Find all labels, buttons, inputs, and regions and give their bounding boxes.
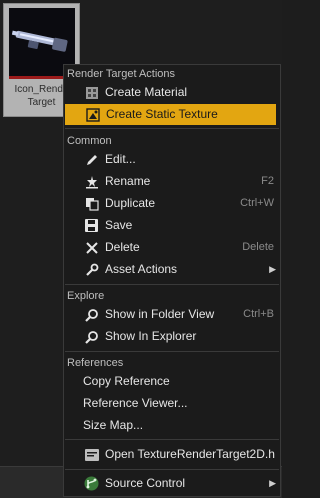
menu-item-label: Rename — [105, 174, 151, 188]
menu-separator — [65, 284, 279, 285]
menu-item-open-header[interactable]: Open TextureRenderTarget2D.h — [64, 444, 280, 465]
static-texture-icon — [85, 107, 100, 122]
menu-item-label: Open TextureRenderTarget2D.h — [105, 447, 275, 461]
menu-item-rename[interactable]: Rename F2 — [64, 171, 280, 192]
menu-item-reference-viewer[interactable]: Reference Viewer... — [64, 393, 280, 414]
menu-item-duplicate[interactable]: Duplicate Ctrl+W — [64, 193, 280, 214]
menu-item-label: Create Material — [105, 85, 188, 99]
menu-item-label: Edit... — [105, 152, 136, 166]
duplicate-icon — [84, 196, 99, 211]
menu-item-label: Reference Viewer... — [83, 396, 188, 410]
magnify-icon — [84, 329, 99, 344]
section-header-common: Common — [67, 135, 112, 147]
menu-separator — [65, 128, 279, 129]
menu-item-label: Size Map... — [83, 418, 144, 432]
rename-icon — [84, 174, 99, 189]
menu-item-label: Source Control — [105, 476, 186, 490]
menu-separator — [65, 469, 279, 470]
menu-item-delete[interactable]: Delete Delete — [64, 237, 280, 258]
menu-item-shortcut: Ctrl+B — [243, 308, 274, 320]
menu-item-size-map[interactable]: Size Map... — [64, 415, 280, 436]
menu-item-show-in-folder-view[interactable]: Show in Folder View Ctrl+B — [64, 304, 280, 325]
section-header-references: References — [67, 357, 124, 369]
menu-item-label: Save — [105, 218, 133, 232]
menu-item-label: Copy Reference — [83, 374, 170, 388]
submenu-arrow-icon: ▶ — [269, 478, 276, 488]
wrench-icon — [84, 262, 99, 277]
source-control-icon — [84, 476, 99, 491]
magnify-icon — [84, 307, 99, 322]
menu-item-label: Show In Explorer — [105, 329, 197, 343]
edit-icon — [84, 152, 99, 167]
menu-item-label: Delete — [105, 240, 140, 254]
menu-item-create-static-texture[interactable]: Create Static Texture — [65, 104, 276, 125]
menu-item-label: Asset Actions — [105, 262, 178, 276]
menu-item-asset-actions[interactable]: Asset Actions ▶ — [64, 259, 280, 280]
menu-separator — [65, 351, 279, 352]
menu-item-label: Duplicate — [105, 196, 156, 210]
section-header-explore: Explore — [67, 290, 105, 302]
material-icon — [84, 85, 99, 100]
save-icon — [84, 218, 99, 233]
menu-separator — [65, 439, 279, 440]
menu-item-show-in-explorer[interactable]: Show In Explorer — [64, 326, 280, 347]
menu-item-save[interactable]: Save — [64, 215, 280, 236]
context-menu: Render Target Actions Create Material Cr… — [63, 64, 281, 497]
menu-item-source-control[interactable]: Source Control ▶ — [64, 473, 280, 494]
menu-item-label: Create Static Texture — [106, 107, 218, 121]
menu-item-shortcut: Ctrl+W — [240, 197, 274, 209]
header-file-icon — [84, 447, 99, 462]
section-header-render-target: Render Target Actions — [67, 68, 176, 80]
menu-item-shortcut: Delete — [242, 241, 274, 253]
menu-item-create-material[interactable]: Create Material — [64, 82, 280, 103]
menu-item-shortcut: F2 — [261, 175, 274, 187]
menu-item-edit[interactable]: Edit... — [64, 149, 280, 170]
submenu-arrow-icon: ▶ — [269, 264, 276, 274]
menu-item-copy-reference[interactable]: Copy Reference — [64, 371, 280, 392]
menu-item-label: Show in Folder View — [105, 307, 215, 321]
delete-icon — [84, 240, 99, 255]
